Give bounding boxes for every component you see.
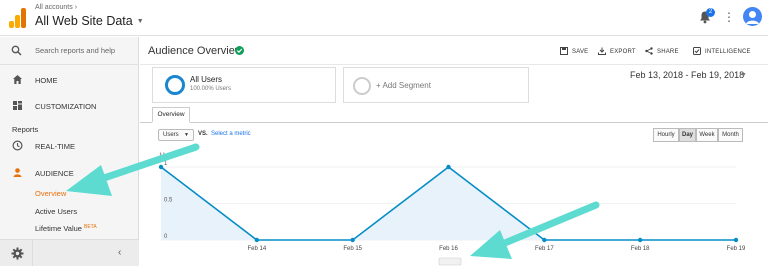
chevron-right-icon: ›	[74, 4, 78, 11]
verified-check-icon	[235, 46, 244, 55]
date-range-picker[interactable]: Feb 13, 2018 - Feb 19, 2018	[630, 70, 744, 80]
gear-icon[interactable]	[11, 247, 24, 260]
segment-all-users[interactable]: All Users 100.00% Users	[152, 67, 336, 103]
x-tick-label: Feb 14	[247, 246, 266, 252]
search-icon	[11, 45, 22, 56]
data-point[interactable]	[446, 164, 451, 170]
data-point[interactable]	[350, 237, 355, 243]
vs-label: VS.	[198, 131, 208, 137]
sidebar-item-customization[interactable]: CUSTOMIZATION	[0, 95, 139, 117]
add-segment-button[interactable]: + Add Segment	[343, 67, 529, 103]
y-tick-label: 1	[164, 161, 168, 167]
report-header: Audience Overview SAVE EXPORT SHARE INTE…	[140, 37, 768, 65]
x-tick-label: Feb 19	[727, 246, 746, 252]
granularity-hourly[interactable]: Hourly	[653, 128, 679, 142]
caret-down-icon: ▼	[184, 132, 189, 138]
metric-dropdown-label: Users	[163, 132, 179, 138]
sidebar-item-audience[interactable]: AUDIENCE	[0, 162, 139, 184]
select-metric-link[interactable]: Select a metric	[211, 131, 251, 137]
search-placeholder: Search reports and help	[35, 46, 116, 55]
add-segment-label: + Add Segment	[376, 81, 431, 90]
page-title: Audience Overview	[148, 45, 243, 57]
export-icon	[598, 47, 606, 55]
sidebar-search[interactable]: Search reports and help	[0, 37, 139, 65]
chart-expand-handle[interactable]	[438, 257, 462, 266]
x-tick-label: Feb 16	[439, 246, 458, 252]
sidebar-subitem-lifetime-value[interactable]: Lifetime Value BETA	[35, 224, 97, 233]
dashboard-icon	[13, 101, 22, 110]
sidebar-footer: ‹	[0, 239, 139, 266]
person-icon	[13, 168, 22, 177]
x-axis-ticks: Feb 14 Feb 15 Feb 16 Feb 17 Feb 18 Feb 19	[247, 246, 746, 252]
sidebar-item-label: REAL-TIME	[35, 142, 76, 151]
account-title: All Web Site Data	[35, 14, 133, 28]
home-icon	[13, 75, 22, 84]
tab-overview[interactable]: Overview	[152, 107, 190, 123]
sidebar-item-label: CUSTOMIZATION	[35, 102, 97, 111]
main-content: Audience Overview SAVE EXPORT SHARE INTE…	[140, 37, 768, 266]
more-vert-icon[interactable]: ⋮	[723, 10, 735, 24]
data-point[interactable]	[733, 237, 739, 243]
clock-icon	[12, 140, 23, 151]
sidebar-item-home[interactable]: HOME	[0, 69, 139, 91]
tab-divider	[140, 122, 768, 123]
sidebar-subitem-overview[interactable]: Overview	[35, 189, 66, 198]
segment-color-ring	[165, 75, 185, 95]
save-label: SAVE	[572, 49, 589, 55]
sidebar-item-realtime[interactable]: REAL-TIME	[0, 135, 139, 157]
collapse-sidebar-icon[interactable]: ‹	[118, 247, 121, 258]
share-icon	[645, 47, 653, 55]
users-line-chart: Users Feb 14 Feb 15 Feb 16 Feb 17 Feb 18 Feb …	[158, 152, 746, 266]
share-button[interactable]: SHARE	[645, 47, 679, 55]
caret-down-icon: ▼	[136, 18, 144, 25]
data-point[interactable]	[542, 237, 547, 243]
data-point[interactable]	[254, 237, 260, 243]
segment-name: All Users	[190, 75, 223, 84]
granularity-month[interactable]: Month	[718, 128, 743, 142]
sidebar-subitem-label: Lifetime Value	[35, 224, 82, 233]
export-button[interactable]: EXPORT	[598, 47, 636, 55]
intelligence-button[interactable]: INTELLIGENCE	[693, 47, 751, 55]
data-point[interactable]	[637, 237, 643, 243]
intelligence-label: INTELLIGENCE	[705, 49, 751, 55]
account-selector[interactable]: All Web Site Data ▼	[35, 14, 144, 28]
x-tick-label: Feb 18	[631, 246, 650, 252]
footer-divider	[32, 240, 33, 266]
notification-badge: 2	[706, 8, 715, 17]
share-label: SHARE	[657, 49, 679, 55]
y-axis-label: Users	[160, 152, 178, 159]
breadcrumb-text: All accounts	[35, 4, 73, 11]
intelligence-icon	[693, 47, 701, 55]
granularity-week[interactable]: Week	[696, 128, 718, 142]
save-icon	[560, 47, 568, 55]
data-point[interactable]	[158, 164, 164, 170]
x-tick-label: Feb 17	[535, 246, 554, 252]
sidebar-subitem-active-users[interactable]: Active Users	[35, 207, 77, 216]
export-label: EXPORT	[610, 49, 636, 55]
metric-dropdown[interactable]: Users ▼	[158, 129, 194, 141]
user-avatar[interactable]	[743, 7, 762, 26]
save-button[interactable]: SAVE	[560, 47, 588, 55]
sidebar: Search reports and help HOME CUSTOMIZATI…	[0, 37, 139, 266]
segment-percentage: 100.00% Users	[190, 86, 232, 92]
account-breadcrumb[interactable]: All accounts ›	[35, 4, 77, 11]
add-segment-ring	[353, 77, 371, 95]
caret-down-icon[interactable]: ▼	[740, 72, 747, 79]
x-tick-label: Feb 15	[343, 246, 362, 252]
beta-badge: BETA	[83, 224, 97, 230]
sidebar-item-label: AUDIENCE	[35, 169, 74, 178]
y-tick-label: 0.5	[164, 198, 173, 204]
top-header: All accounts › All Web Site Data ▼ 2 ⋮	[0, 0, 768, 36]
reports-heading: Reports	[12, 125, 39, 134]
sidebar-item-label: HOME	[35, 76, 58, 85]
granularity-day[interactable]: Day	[679, 128, 696, 142]
analytics-logo[interactable]	[9, 8, 27, 28]
